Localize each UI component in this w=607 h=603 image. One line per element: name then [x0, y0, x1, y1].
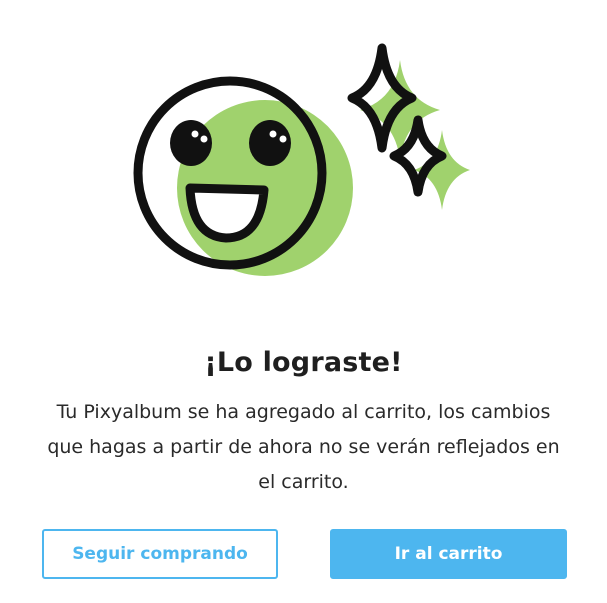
right-eye: [249, 120, 291, 166]
dialog-title: ¡Lo lograste!: [204, 347, 403, 378]
happy-face-with-sparkles-icon: [120, 30, 490, 290]
go-to-cart-button[interactable]: Ir al carrito: [330, 529, 567, 579]
dialog-message: Tu Pixyalbum se ha agregado al carrito, …: [47, 401, 560, 493]
continue-shopping-button[interactable]: Seguir comprando: [42, 529, 278, 579]
smile-mouth: [185, 183, 269, 243]
success-dialog: ¡Lo lograste! Tu Pixyalbum se ha agregad…: [0, 0, 607, 603]
left-eye: [170, 120, 212, 166]
